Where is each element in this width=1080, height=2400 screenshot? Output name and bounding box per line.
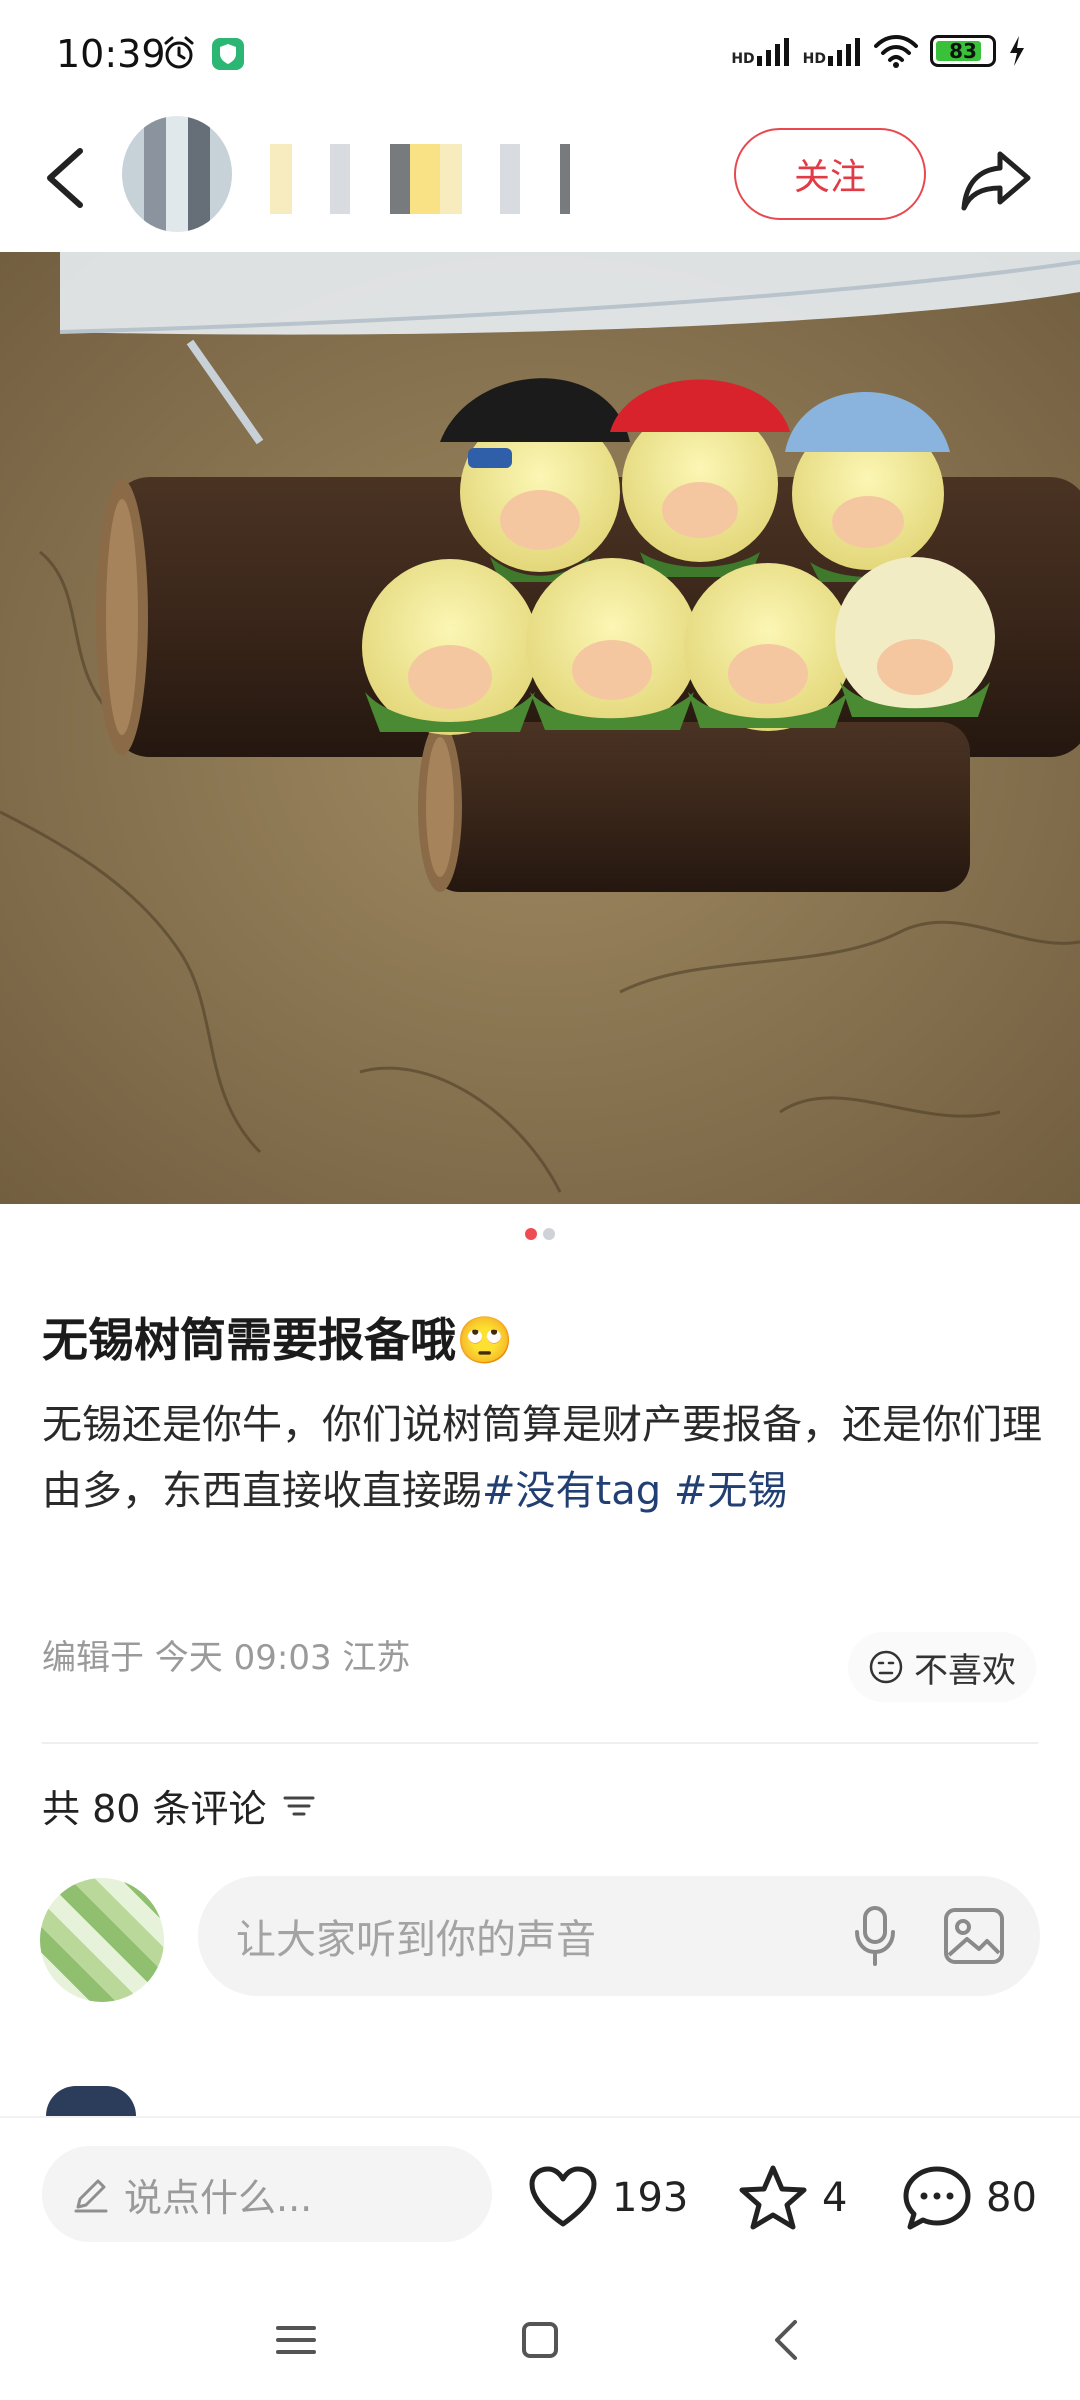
- like-button[interactable]: 193: [528, 2158, 688, 2238]
- share-icon: [961, 151, 1031, 211]
- follow-button[interactable]: 关注: [734, 128, 926, 220]
- charging-icon: [1010, 36, 1024, 66]
- back-chevron-icon: [775, 2320, 797, 2360]
- pencil-icon: [74, 2179, 108, 2213]
- back-button[interactable]: [34, 138, 94, 218]
- action-bar: 说点什么... 193 4 80: [0, 2116, 1080, 2272]
- hashtag-link[interactable]: #没有tag: [482, 1468, 661, 1514]
- my-avatar[interactable]: [40, 1878, 164, 2002]
- alarm-icon: [164, 36, 194, 69]
- comments-count-label: 共 80 条评论: [42, 1787, 267, 1831]
- shield-icon: [212, 38, 244, 70]
- post-title: 无锡树筒需要报备哦🙄: [42, 1304, 513, 1370]
- home-button[interactable]: [510, 2310, 570, 2370]
- image-icon: [944, 1908, 1004, 1964]
- post-title-text: 无锡树筒需要报备哦: [42, 1313, 456, 1367]
- post-body: 无锡还是你牛，你们说树筒算是财产要报备，还是你们理由多，东西直接收直接踢#没有t…: [42, 1392, 1042, 1524]
- system-nav-bar: [0, 2272, 1080, 2400]
- status-time: 10:39: [56, 32, 166, 76]
- battery-icon: 83: [930, 35, 996, 67]
- favorite-button[interactable]: 4: [738, 2158, 847, 2238]
- comment-avatar[interactable]: [46, 2086, 136, 2116]
- comment-bubble-icon: [903, 2166, 971, 2230]
- post-photo: [0, 252, 1080, 1204]
- say-placeholder: 说点什么...: [124, 2175, 313, 2220]
- favorite-count: 4: [822, 2175, 848, 2221]
- share-button[interactable]: [956, 140, 1036, 220]
- comment-count: 80: [986, 2175, 1037, 2221]
- pager-dot: [543, 1228, 555, 1240]
- status-bar: 10:39 HD HD 83: [0, 0, 1080, 110]
- home-square-icon: [522, 2322, 558, 2358]
- battery-level: 83: [949, 39, 977, 63]
- post-meta: 编辑于 今天 09:03 江苏: [42, 1638, 411, 1678]
- add-image-button[interactable]: [936, 1898, 1012, 1974]
- menu-icon: [276, 2326, 316, 2354]
- microphone-icon: [855, 1906, 895, 1966]
- comment-input[interactable]: 让大家听到你的声音: [198, 1876, 1040, 1996]
- comments-count: 共 80 条评论: [42, 1778, 315, 1833]
- wifi-icon: [874, 35, 918, 68]
- nav-bar: 关注: [0, 110, 1080, 250]
- comment-button[interactable]: 80: [902, 2158, 1037, 2238]
- signal-hd-label: HD: [802, 51, 826, 67]
- menu-button[interactable]: [266, 2310, 326, 2370]
- status-indicators: HD HD 83: [731, 34, 1026, 68]
- say-something-input[interactable]: 说点什么...: [42, 2146, 492, 2242]
- post-image[interactable]: [0, 252, 1080, 1204]
- divider: [42, 1742, 1038, 1744]
- voice-button[interactable]: [840, 1898, 910, 1974]
- star-icon: [739, 2165, 807, 2230]
- sort-icon[interactable]: [283, 1792, 315, 1820]
- hashtag-link[interactable]: #无锡: [674, 1468, 788, 1514]
- comment-input-placeholder: 让大家听到你的声音: [236, 1917, 596, 1963]
- dislike-label: 不喜欢: [914, 1650, 1016, 1691]
- signal-hd-label: HD: [731, 51, 755, 67]
- eye-roll-emoji: 🙄: [456, 1313, 514, 1367]
- signal-icon: HD: [803, 36, 862, 66]
- author-avatar[interactable]: [122, 116, 232, 232]
- meh-face-icon: [869, 1650, 903, 1684]
- like-count: 193: [612, 2175, 689, 2221]
- image-pager: [0, 1228, 1080, 1240]
- dislike-button[interactable]: 不喜欢: [848, 1632, 1036, 1702]
- pager-dot-active: [525, 1228, 537, 1240]
- heart-icon: [529, 2166, 597, 2227]
- system-back-button[interactable]: [756, 2310, 816, 2370]
- signal-icon: HD: [731, 36, 790, 66]
- author-name[interactable]: [270, 144, 570, 214]
- back-icon: [47, 148, 83, 208]
